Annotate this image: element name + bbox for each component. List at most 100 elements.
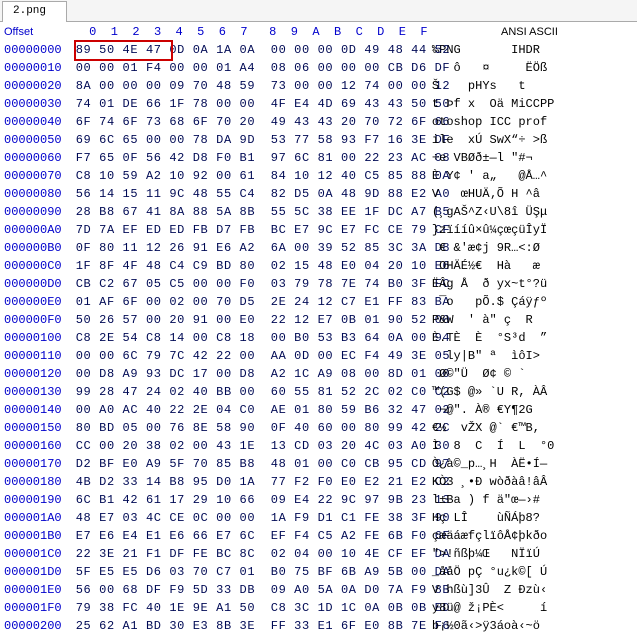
ascii-cell[interactable]: y8ü@ ž¡PÈ< í [422, 599, 637, 617]
ascii-cell[interactable]: OHÄÉ½€ Hà æ [422, 257, 637, 275]
hex-cell[interactable]: 00 00 6C 79 7C 42 22 00 AA 0D 00 EC F4 4… [74, 347, 422, 365]
hex-cell[interactable]: F7 65 0F 56 42 D8 F0 B1 97 6C 81 00 22 2… [74, 149, 422, 167]
ascii-cell[interactable]: ËÂg Å ð yx~t°?ü [422, 275, 637, 293]
ascii-cell[interactable]: ¯o pÕ.$ Çáÿƒº [422, 293, 637, 311]
ascii-cell[interactable]: Š pHYs t [422, 77, 637, 95]
ascii-cell[interactable]: b¡½0ã‹>ÿ3áoà‹~ö [422, 617, 637, 635]
ascii-cell[interactable]: ile xÚ SwX“÷ >ß [422, 131, 637, 149]
hex-cell[interactable]: 99 28 47 24 02 40 BB 00 60 55 81 52 2C 0… [74, 383, 422, 401]
ascii-cell[interactable]: V hßù]3Û Z Ðzù‹ [422, 581, 637, 599]
hex-row[interactable]: 000001A048 E7 03 4C CE 0C 00 00 1A F9 D1… [0, 509, 637, 527]
hex-cell[interactable]: 80 BD 05 00 76 8E 58 90 0F 40 60 00 80 9… [74, 419, 422, 437]
hex-row[interactable]: 000000B00F 80 11 12 26 91 E6 A2 6A 00 39… [0, 239, 637, 257]
ascii-cell[interactable]: ÷e VBØð±—l "#¬ [422, 149, 637, 167]
ascii-cell[interactable]: çæäáæfçlïôÅ¢þkðo [422, 527, 637, 545]
hex-cell[interactable]: CB C2 67 05 C5 00 00 F0 03 79 78 7E 74 B… [74, 275, 422, 293]
hex-row[interactable]: 00000070C8 10 59 A2 10 92 00 61 84 10 12… [0, 167, 637, 185]
hex-cell[interactable]: 56 14 15 11 9C 48 55 C4 82 D5 0A 48 9D 8… [74, 185, 422, 203]
ascii-cell[interactable]: È.TÈ È °S³d ” [422, 329, 637, 347]
hex-cell[interactable]: E7 E6 E4 E1 E6 66 E7 6C EF F4 C5 A2 FE 6… [74, 527, 422, 545]
ascii-cell[interactable]: € &'æ¢j 9R…<:Ø [422, 239, 637, 257]
hex-cell[interactable]: 89 50 4E 47 0D 0A 1A 0A 00 00 00 0D 49 4… [74, 41, 422, 59]
hex-cell[interactable]: 25 62 A1 BD 30 E3 8B 3E FF 33 E1 6F E0 8… [74, 617, 422, 635]
ascii-cell[interactable]: }zïííû×û¼çœçüÎyÏ [422, 221, 637, 239]
hex-cell[interactable]: 56 00 68 DF F9 5D 33 DB 09 A0 5A 0A D0 7… [74, 581, 422, 599]
ascii-cell[interactable]: otoshop ICC prof [422, 113, 637, 131]
ascii-cell[interactable]: È Y¢ ' a„ @Å…^ [422, 167, 637, 185]
hex-row[interactable]: 0000012000 D8 A9 93 DC 17 00 D8 A2 1C A9… [0, 365, 637, 383]
ascii-cell[interactable]: l±Ba ) f ä"œ—›# [422, 491, 637, 509]
hex-row[interactable]: 000001D05F E5 E5 D6 03 70 C7 01 B0 75 BF… [0, 563, 637, 581]
hex-cell[interactable]: 00 00 01 F4 00 00 01 A4 08 06 00 00 00 C… [74, 59, 422, 77]
ascii-cell[interactable]: ">!ñßþ¼Œ NÏïÚ [422, 545, 637, 563]
ascii-cell[interactable]: €½ vŽX @` €™B, [422, 419, 637, 437]
hex-cell[interactable]: 00 A0 AC 40 22 2E 04 C0 AE 01 80 59 B6 3… [74, 401, 422, 419]
hex-row[interactable]: 0000011000 00 6C 79 7C 42 22 00 AA 0D 00… [0, 347, 637, 365]
hex-row[interactable]: 0000014000 A0 AC 40 22 2E 04 C0 AE 01 80… [0, 401, 637, 419]
hex-cell[interactable]: 22 3E 21 F1 DF FE BC 8C 02 04 00 10 4E C… [74, 545, 422, 563]
ascii-cell[interactable]: ly|B" ª ìôI> [422, 347, 637, 365]
ascii-cell[interactable]: V œHUÄ‚Õ H ^â [422, 185, 637, 203]
hex-cell[interactable]: 79 38 FC 40 1E 9E A1 50 C8 3C 1D 1C 0A 0… [74, 599, 422, 617]
ascii-cell[interactable]: Ò¿à©_p…¸H ÀË•Í— [422, 455, 637, 473]
ascii-cell[interactable]: KÒ3 ¸•Ð wòðàâ!âÂ [422, 473, 637, 491]
hex-cell[interactable]: 01 AF 6F 00 02 00 70 D5 2E 24 12 C7 E1 F… [74, 293, 422, 311]
hex-row[interactable]: 000000E001 AF 6F 00 02 00 70 D5 2E 24 12… [0, 293, 637, 311]
hex-row[interactable]: 000000A07D 7A EF ED ED FB D7 FB BC E7 9C… [0, 221, 637, 239]
hex-row[interactable]: 000001804B D2 33 14 B8 95 D0 1A 77 F2 F0… [0, 473, 637, 491]
hex-cell[interactable]: 28 B8 67 41 8A 88 5A 8B 55 5C 38 EE 1F D… [74, 203, 422, 221]
hex-row[interactable]: 000001F079 38 FC 40 1E 9E A1 50 C8 3C 1D… [0, 599, 637, 617]
hex-cell[interactable]: D2 BF E0 A9 5F 70 85 B8 48 01 00 C0 CB 9… [74, 455, 422, 473]
hex-cell[interactable]: 1F 8F 4F 48 C4 C9 BD 80 02 15 48 E0 04 2… [74, 257, 422, 275]
ascii-cell[interactable]: P&W ' à" ç R [422, 311, 637, 329]
hex-row[interactable]: 000001E056 00 68 DF F9 5D 33 DB 09 A0 5A… [0, 581, 637, 599]
ascii-cell[interactable]: t Þf x Oä MiCCPP [422, 95, 637, 113]
hex-cell[interactable]: 50 26 57 00 20 91 00 E0 22 12 E7 0B 01 9… [74, 311, 422, 329]
hex-row[interactable]: 00000170D2 BF E0 A9 5F 70 85 B8 48 01 00… [0, 455, 637, 473]
hex-row[interactable]: 000000F050 26 57 00 20 91 00 E0 22 12 E7… [0, 311, 637, 329]
hex-cell[interactable]: 0F 80 11 12 26 91 E6 A2 6A 00 39 52 85 3… [74, 239, 422, 257]
hex-cell[interactable]: 4B D2 33 14 B8 95 D0 1A 77 F2 F0 E0 E2 2… [74, 473, 422, 491]
hex-row[interactable]: 0000000089 50 4E 47 0D 0A 1A 0A 00 00 00… [0, 41, 637, 59]
hex-row[interactable]: 0000015080 BD 05 00 76 8E 58 90 0F 40 60… [0, 419, 637, 437]
hex-row[interactable]: 00000060F7 65 0F 56 42 D8 F0 B1 97 6C 81… [0, 149, 637, 167]
hex-cell[interactable]: 8A 00 00 00 09 70 48 59 73 00 00 12 74 0… [74, 77, 422, 95]
file-tab[interactable]: 2.png [2, 1, 67, 22]
ascii-cell[interactable]: (¸gAŠ^Z‹U\8î ÜŞμ [422, 203, 637, 221]
hex-cell[interactable]: 6F 74 6F 73 68 6F 70 20 49 43 43 20 70 7… [74, 113, 422, 131]
ascii-cell[interactable]: ™(G$ @» `U R, ÀÂ [422, 383, 637, 401]
hex-row[interactable]: 0000008056 14 15 11 9C 48 55 C4 82 D5 0A… [0, 185, 637, 203]
hex-cell[interactable]: 6C B1 42 61 17 29 10 66 09 E4 22 9C 97 9… [74, 491, 422, 509]
hex-row[interactable]: 000000C01F 8F 4F 48 C4 C9 BD 80 02 15 48… [0, 257, 637, 275]
hex-cell[interactable]: 74 01 DE 66 1F 78 00 00 4F E4 4D 69 43 4… [74, 95, 422, 113]
hex-row[interactable]: 000001B0E7 E6 E4 E1 E6 66 E7 6C EF F4 C5… [0, 527, 637, 545]
ascii-cell[interactable]: Hç LÎ ùÑÁþ8? [422, 509, 637, 527]
hex-cell[interactable]: 00 D8 A9 93 DC 17 00 D8 A2 1C A9 08 00 8… [74, 365, 422, 383]
hex-cell[interactable]: 7D 7A EF ED ED FB D7 FB BC E7 9C E7 FC C… [74, 221, 422, 239]
hex-cell[interactable]: 48 E7 03 4C CE 0C 00 00 1A F9 D1 C1 FE 3… [74, 509, 422, 527]
hex-cell[interactable]: 5F E5 E5 D6 03 70 C7 01 B0 75 BF 6B A9 5… [74, 563, 422, 581]
ascii-cell[interactable]: _ååÖ pÇ °u¿k©[ Ú [422, 563, 637, 581]
hex-row[interactable]: 000000D0CB C2 67 05 C5 00 00 F0 03 79 78… [0, 275, 637, 293]
ascii-cell[interactable]: ‰PNG IHDR [422, 41, 637, 59]
hex-cell[interactable]: CC 00 20 38 02 00 43 1E 13 CD 03 20 4C 0… [74, 437, 422, 455]
hex-row[interactable]: 0000001000 00 01 F4 00 00 01 A4 08 06 00… [0, 59, 637, 77]
hex-row[interactable]: 000001906C B1 42 61 17 29 10 66 09 E4 22… [0, 491, 637, 509]
hex-cell[interactable]: C8 2E 54 C8 14 00 C8 18 00 B0 53 B3 64 0… [74, 329, 422, 347]
hex-row[interactable]: 000000406F 74 6F 73 68 6F 70 20 49 43 43… [0, 113, 637, 131]
hex-row[interactable]: 000001C022 3E 21 F1 DF FE BC 8C 02 04 00… [0, 545, 637, 563]
hex-row[interactable]: 0000003074 01 DE 66 1F 78 00 00 4F E4 4D… [0, 95, 637, 113]
hex-row[interactable]: 00000100C8 2E 54 C8 14 00 C8 18 00 B0 53… [0, 329, 637, 347]
ascii-cell[interactable]: Ì 8 C Í L °0 [422, 437, 637, 455]
ascii-cell[interactable]: ¬@". À® €Y¶2G [422, 401, 637, 419]
hex-row[interactable]: 0000009028 B8 67 41 8A 88 5A 8B 55 5C 38… [0, 203, 637, 221]
hex-row[interactable]: 0000013099 28 47 24 02 40 BB 00 60 55 81… [0, 383, 637, 401]
hex-row[interactable]: 0000020025 62 A1 BD 30 E3 8B 3E FF 33 E1… [0, 617, 637, 635]
hex-cell[interactable]: C8 10 59 A2 10 92 00 61 84 10 12 40 C5 8… [74, 167, 422, 185]
ascii-cell[interactable]: Ø©"Ü Ø¢ © ` [422, 365, 637, 383]
hex-cell[interactable]: 69 6C 65 00 00 78 DA 9D 53 77 58 93 F7 1… [74, 131, 422, 149]
hex-row[interactable]: 00000160CC 00 20 38 02 00 43 1E 13 CD 03… [0, 437, 637, 455]
ascii-cell[interactable]: ô ¤ ËÖß [422, 59, 637, 77]
hex-row[interactable]: 0000005069 6C 65 00 00 78 DA 9D 53 77 58… [0, 131, 637, 149]
hex-row[interactable]: 000000208A 00 00 00 09 70 48 59 73 00 00… [0, 77, 637, 95]
